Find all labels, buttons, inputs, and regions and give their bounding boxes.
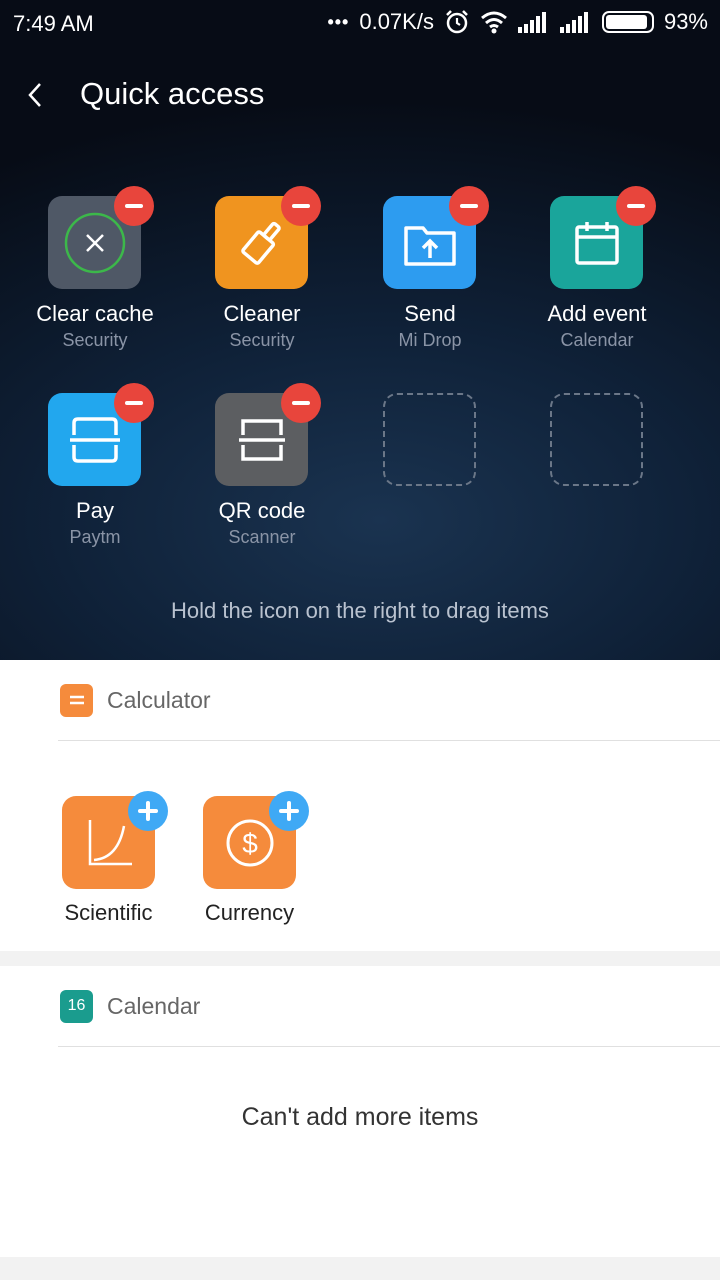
alarm-icon xyxy=(446,10,468,34)
remove-button[interactable] xyxy=(616,186,656,226)
battery-icon xyxy=(601,11,654,33)
calculator-section: Calculator Scientific $ Currency xyxy=(0,660,720,951)
calculator-app-icon xyxy=(60,683,93,717)
calendar-section: 16 Calendar Can't add more items xyxy=(0,966,720,1257)
cant-add-message: Can't add more items xyxy=(241,1103,479,1131)
section-title: Calculator xyxy=(107,686,211,713)
section-title: Calendar xyxy=(107,992,201,1019)
wifi-icon xyxy=(480,11,507,34)
add-button[interactable] xyxy=(128,791,168,831)
item-sublabel: Calendar xyxy=(560,330,634,350)
signal-icon-1 xyxy=(517,12,546,33)
item-label: Currency xyxy=(204,900,295,925)
remove-button[interactable] xyxy=(281,186,321,226)
item-sublabel: Scanner xyxy=(228,527,296,547)
title-bar: Quick access xyxy=(0,48,720,140)
page-title: Quick access xyxy=(80,76,265,111)
status-time: 7:49 AM xyxy=(13,11,94,36)
back-icon[interactable] xyxy=(22,78,52,112)
network-speed: 0.07K/s xyxy=(359,9,434,34)
signal-icon-2 xyxy=(559,12,588,33)
svg-text:$: $ xyxy=(242,828,258,859)
remove-button[interactable] xyxy=(114,383,154,423)
remove-button[interactable] xyxy=(114,186,154,226)
status-bar: 7:49 AM ••• 0.07K/s 93% xyxy=(0,0,720,48)
empty-slot[interactable] xyxy=(550,393,643,486)
remove-button[interactable] xyxy=(281,383,321,423)
calendar-app-icon: 16 xyxy=(60,989,93,1023)
divider xyxy=(58,740,720,741)
battery-level: 93% xyxy=(663,9,708,34)
remove-button[interactable] xyxy=(449,186,489,226)
item-label: Scientific xyxy=(64,900,153,925)
section-header: 16 Calendar xyxy=(60,989,200,1023)
divider xyxy=(58,1046,720,1047)
drag-hint: Hold the icon on the right to drag items xyxy=(171,598,549,623)
item-label: Add event xyxy=(547,301,647,326)
quick-access-header: 7:49 AM ••• 0.07K/s 93% Quick access Cle… xyxy=(0,0,720,660)
more-notifications-icon: ••• xyxy=(327,11,350,32)
empty-slot[interactable] xyxy=(383,393,476,486)
item-label: QR code xyxy=(218,498,306,523)
section-header: Calculator xyxy=(60,683,211,717)
add-button[interactable] xyxy=(269,791,309,831)
